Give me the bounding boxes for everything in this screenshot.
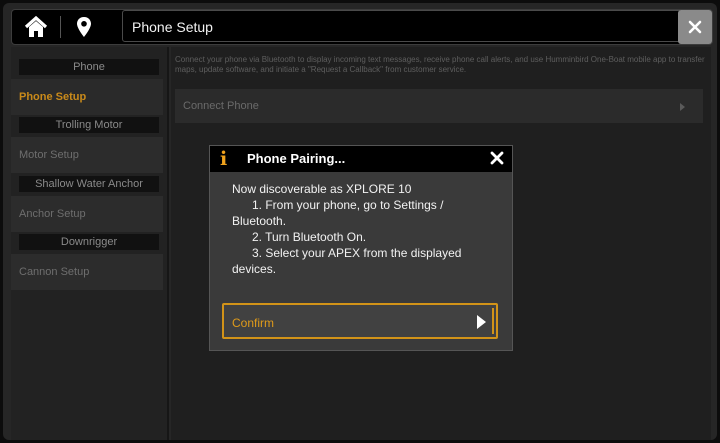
phone-description: Connect your phone via Bluetooth to disp… — [175, 55, 705, 74]
location-button[interactable] — [62, 10, 106, 44]
toolbar-separator — [60, 16, 61, 38]
location-pin-icon — [77, 17, 91, 37]
dialog-message: Now discoverable as XPLORE 10 1. From yo… — [232, 181, 494, 277]
dialog-title: Phone Pairing... — [247, 151, 346, 166]
dialog-line-step1: 1. From your phone, go to Settings / — [252, 198, 444, 212]
dialog-close-button[interactable] — [490, 151, 504, 170]
dialog-line-step3-cont: devices. — [232, 262, 277, 276]
sidebar: Phone Phone Setup Trolling Motor Motor S… — [11, 47, 167, 440]
close-button[interactable] — [678, 10, 712, 44]
info-icon: i — [220, 148, 228, 170]
sidebar-header-shallow-water-anchor: Shallow Water Anchor — [19, 176, 159, 192]
dialog-header: i Phone Pairing... — [210, 146, 512, 172]
chevron-right-icon — [680, 103, 685, 111]
close-icon — [490, 151, 504, 165]
dialog-line-discoverable: Now discoverable as XPLORE 10 — [232, 182, 412, 196]
dialog-line-step2: 2. Turn Bluetooth On. — [252, 230, 367, 244]
home-icon — [24, 16, 48, 37]
connect-phone-row[interactable]: Connect Phone — [175, 89, 703, 123]
sidebar-header-downrigger: Downrigger — [19, 234, 159, 250]
dialog-line-step1-cont: Bluetooth. — [232, 214, 287, 228]
page-title: Phone Setup — [122, 10, 682, 42]
panel-divider — [167, 47, 169, 440]
sidebar-header-trolling-motor: Trolling Motor — [19, 117, 159, 133]
close-icon — [688, 20, 702, 34]
phone-pairing-dialog: i Phone Pairing... Now discoverable as X… — [209, 145, 513, 351]
sidebar-item-anchor-setup[interactable]: Anchor Setup — [11, 196, 163, 232]
dialog-line-step3: 3. Select your APEX from the displayed — [252, 246, 462, 260]
confirm-button[interactable]: Confirm — [222, 303, 498, 339]
connect-phone-label: Connect Phone — [183, 100, 259, 112]
top-bar: Phone Setup — [11, 9, 713, 45]
confirm-accent-bar — [492, 308, 494, 334]
play-arrow-icon — [477, 315, 486, 329]
sidebar-item-phone-setup[interactable]: Phone Setup — [11, 79, 163, 115]
sidebar-item-motor-setup[interactable]: Motor Setup — [11, 137, 163, 173]
sidebar-header-phone: Phone — [19, 59, 159, 75]
home-button[interactable] — [12, 10, 60, 44]
sidebar-item-cannon-setup[interactable]: Cannon Setup — [11, 254, 163, 290]
confirm-label: Confirm — [232, 316, 275, 330]
